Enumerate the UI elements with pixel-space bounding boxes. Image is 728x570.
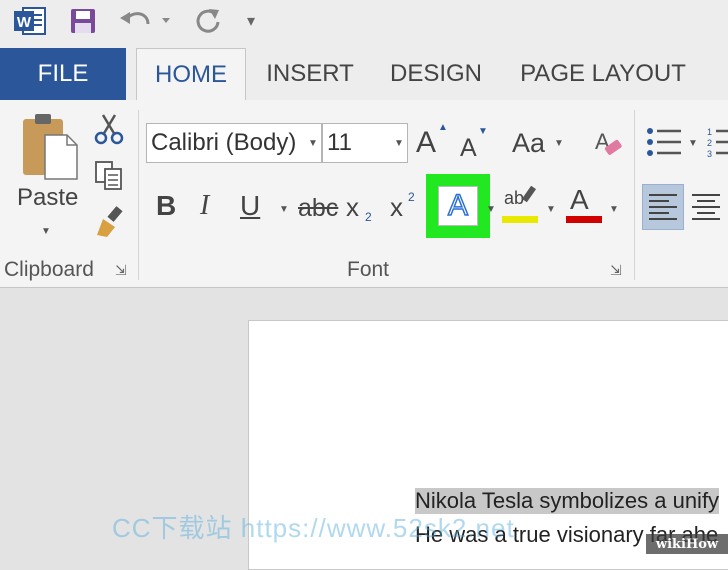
undo-icon[interactable] xyxy=(118,4,172,38)
bold-button[interactable]: B xyxy=(156,190,176,222)
strikethrough-button[interactable]: abc xyxy=(298,194,338,223)
word-app-icon[interactable]: W xyxy=(12,4,48,38)
copy-icon[interactable] xyxy=(92,158,126,192)
tab-insert[interactable]: INSERT xyxy=(256,48,364,100)
subscript-glyph: x xyxy=(346,192,359,222)
clipboard-launcher-icon[interactable]: ⇲ xyxy=(115,262,127,279)
font-color-button[interactable]: A xyxy=(566,184,604,226)
tab-file[interactable]: FILE xyxy=(0,48,126,100)
chevron-down-icon[interactable]: ▼ xyxy=(391,124,407,162)
marker-icon xyxy=(521,186,537,203)
tab-home[interactable]: HOME xyxy=(136,48,246,100)
change-case-button[interactable]: Aa ▼ xyxy=(512,126,564,162)
underline-button[interactable]: U xyxy=(240,190,260,222)
font-name-combo[interactable]: Calibri (Body) ▼ xyxy=(146,123,322,163)
font-size-value: 11 xyxy=(327,129,352,156)
superscript-button[interactable]: x 2 xyxy=(390,190,422,228)
shrink-font-glyph: A xyxy=(460,134,477,162)
wikihow-badge: wikiHow xyxy=(646,534,728,554)
clipboard-group-label: Clipboard xyxy=(4,258,94,281)
save-icon[interactable] xyxy=(68,4,98,38)
format-painter-icon[interactable] xyxy=(92,204,128,240)
cut-icon[interactable] xyxy=(92,112,126,146)
triangle-up-icon: ▲ xyxy=(438,122,448,133)
clear-formatting-icon[interactable]: A xyxy=(590,124,626,160)
bullets-icon[interactable] xyxy=(644,124,684,160)
text-effects-icon: A xyxy=(438,186,478,226)
grow-font-button[interactable]: A ▲ xyxy=(416,122,450,160)
font-color-dropdown-icon[interactable]: ▼ xyxy=(609,204,619,215)
font-group-label: Font xyxy=(347,258,390,281)
svg-text:3: 3 xyxy=(707,149,712,159)
watermark: CC下载站 https://www.52sk2.net xyxy=(112,513,515,543)
separator xyxy=(634,110,635,280)
ribbon-tabs: FILE HOME INSERT DESIGN PAGE LAYOUT xyxy=(0,46,728,100)
shrink-font-button[interactable]: A ▼ xyxy=(458,126,492,162)
grow-font-glyph: A xyxy=(416,126,437,159)
tab-design[interactable]: DESIGN xyxy=(380,48,492,100)
subscript-mark: 2 xyxy=(365,210,372,224)
redo-icon[interactable] xyxy=(192,4,224,38)
font-launcher-icon[interactable]: ⇲ xyxy=(610,262,622,279)
app-icon-letter: W xyxy=(17,14,32,31)
clipboard-icon[interactable] xyxy=(12,110,84,182)
text-effects-button[interactable]: A xyxy=(426,174,490,238)
align-left-icon xyxy=(649,194,677,220)
chevron-down-icon[interactable]: ▼ xyxy=(305,124,321,162)
font-color-glyph: A xyxy=(570,184,589,215)
tab-page-layout[interactable]: PAGE LAYOUT xyxy=(512,48,694,100)
ribbon-home: Paste ▼ Clipboard ⇲ Calibri (Body) ▼ 11 xyxy=(0,100,728,288)
paste-dropdown-icon[interactable]: ▼ xyxy=(41,226,51,237)
separator xyxy=(138,110,139,280)
paste-label[interactable]: Paste xyxy=(17,184,78,212)
font-size-combo[interactable]: 11 ▼ xyxy=(322,123,408,163)
bullets-dropdown-icon[interactable]: ▼ xyxy=(688,138,698,149)
quick-access-toolbar: W ▾ xyxy=(0,0,728,46)
align-center-icon[interactable] xyxy=(688,184,724,230)
chevron-down-icon: ▼ xyxy=(554,138,564,149)
change-case-glyph: Aa xyxy=(512,128,546,158)
font-name-value: Calibri (Body) xyxy=(151,129,297,156)
underline-dropdown-icon[interactable]: ▼ xyxy=(279,204,289,215)
italic-button[interactable]: I xyxy=(200,190,209,222)
highlight-dropdown-icon[interactable]: ▼ xyxy=(546,204,556,215)
svg-text:1: 1 xyxy=(707,127,712,137)
subscript-button[interactable]: x 2 xyxy=(346,192,378,228)
font-color-bar xyxy=(566,216,602,223)
text-effects-dropdown-icon[interactable]: ▼ xyxy=(486,204,496,215)
svg-text:2: 2 xyxy=(707,138,712,148)
highlight-button[interactable]: ab xyxy=(502,184,542,226)
text-effects-glyph: A xyxy=(447,188,469,223)
superscript-mark: 2 xyxy=(408,190,415,204)
triangle-down-icon: ▼ xyxy=(478,126,488,137)
customize-toolbar-icon[interactable]: ▾ xyxy=(240,4,262,38)
highlight-color-bar xyxy=(502,216,538,223)
align-left-button[interactable] xyxy=(642,184,684,230)
superscript-glyph: x xyxy=(390,192,403,222)
numbering-icon[interactable]: 1 2 3 xyxy=(706,124,728,160)
